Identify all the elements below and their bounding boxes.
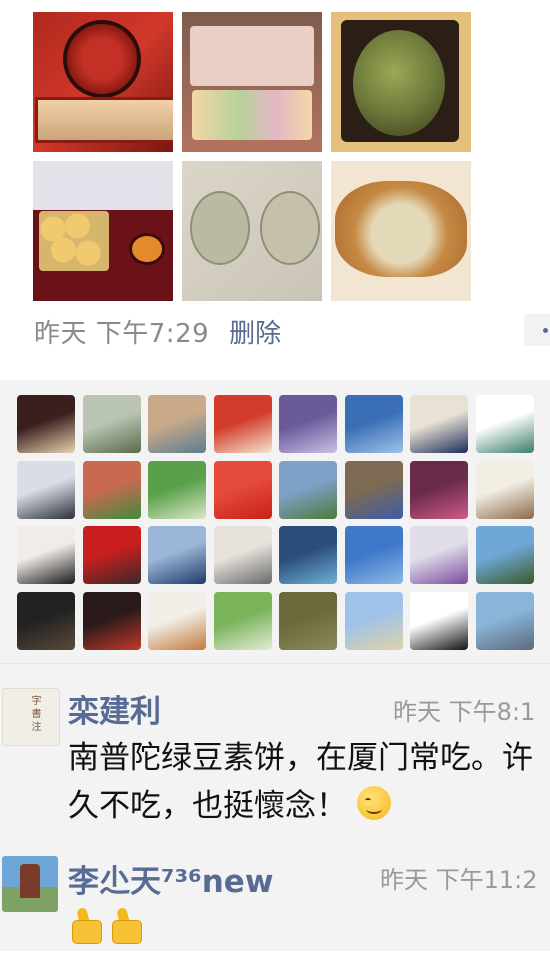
photo-3[interactable] xyxy=(331,12,471,152)
liker-avatar[interactable] xyxy=(475,591,534,650)
liker-avatar[interactable] xyxy=(475,460,534,519)
commenter-name[interactable]: 李尐天⁷³⁶new xyxy=(68,856,273,901)
liker-avatar[interactable] xyxy=(148,526,206,584)
liker-avatar[interactable] xyxy=(213,526,272,584)
comments-panel: 栾建利 昨天 下午8:1 南普陀绿豆素饼，在厦门常吃。许久不吃，也挺懷念！ 李尐… xyxy=(0,664,550,951)
comment-text xyxy=(68,906,543,956)
liker-avatar[interactable] xyxy=(17,460,75,519)
likes-panel xyxy=(0,380,550,664)
liker-avatar[interactable] xyxy=(82,591,141,650)
more-dots-icon[interactable] xyxy=(524,314,550,346)
thumbs-up-icon xyxy=(68,906,104,944)
liker-avatar[interactable] xyxy=(148,460,206,519)
photo-5[interactable] xyxy=(182,161,322,301)
comment-time: 昨天 下午8:1 xyxy=(393,698,536,726)
liker-avatar[interactable] xyxy=(279,395,337,453)
liker-avatar[interactable] xyxy=(213,460,272,519)
commenter-name[interactable]: 栾建利 xyxy=(68,686,161,731)
photo-2[interactable] xyxy=(182,12,322,152)
liker-avatar[interactable] xyxy=(410,591,468,650)
delete-link[interactable]: 删除 xyxy=(229,313,281,350)
photo-grid xyxy=(33,12,473,302)
photo-6[interactable] xyxy=(331,161,471,301)
liker-avatar[interactable] xyxy=(344,526,403,584)
liker-avatar[interactable] xyxy=(82,526,141,584)
liker-avatar[interactable] xyxy=(17,526,75,584)
liker-avatar[interactable] xyxy=(410,395,468,453)
smile-emoji-icon xyxy=(356,786,391,820)
liker-avatar[interactable] xyxy=(148,591,206,650)
post-meta: 昨天 下午7:29 删除 xyxy=(34,313,281,349)
liker-avatar[interactable] xyxy=(410,460,468,519)
liker-avatar[interactable] xyxy=(344,460,403,519)
liker-avatar[interactable] xyxy=(148,395,206,453)
comment-time: 昨天 下午11:2 xyxy=(380,866,538,894)
liker-avatar[interactable] xyxy=(213,395,272,453)
liker-avatar[interactable] xyxy=(475,526,534,584)
photo-1[interactable] xyxy=(33,12,173,152)
commenter-avatar[interactable] xyxy=(2,856,58,912)
photo-4[interactable] xyxy=(33,161,173,301)
post-time: 昨天 下午7:29 xyxy=(34,318,210,349)
liker-avatar[interactable] xyxy=(17,395,75,453)
liker-avatar[interactable] xyxy=(213,591,272,650)
liker-avatar[interactable] xyxy=(475,395,534,453)
comment-text: 南普陀绿豆素饼，在厦门常吃。许久不吃，也挺懷念！ xyxy=(68,740,533,824)
liker-avatar[interactable] xyxy=(279,460,337,519)
commenter-avatar[interactable] xyxy=(2,688,60,746)
liker-avatar[interactable] xyxy=(279,591,337,650)
liker-avatar[interactable] xyxy=(17,591,75,650)
liker-avatar[interactable] xyxy=(410,526,468,584)
liker-avatar[interactable] xyxy=(279,526,337,584)
liker-avatar[interactable] xyxy=(344,591,403,650)
liker-avatar[interactable] xyxy=(344,395,403,453)
liker-avatar[interactable] xyxy=(82,460,141,519)
thumbs-up-icon xyxy=(108,906,144,944)
liker-avatar[interactable] xyxy=(82,395,141,453)
